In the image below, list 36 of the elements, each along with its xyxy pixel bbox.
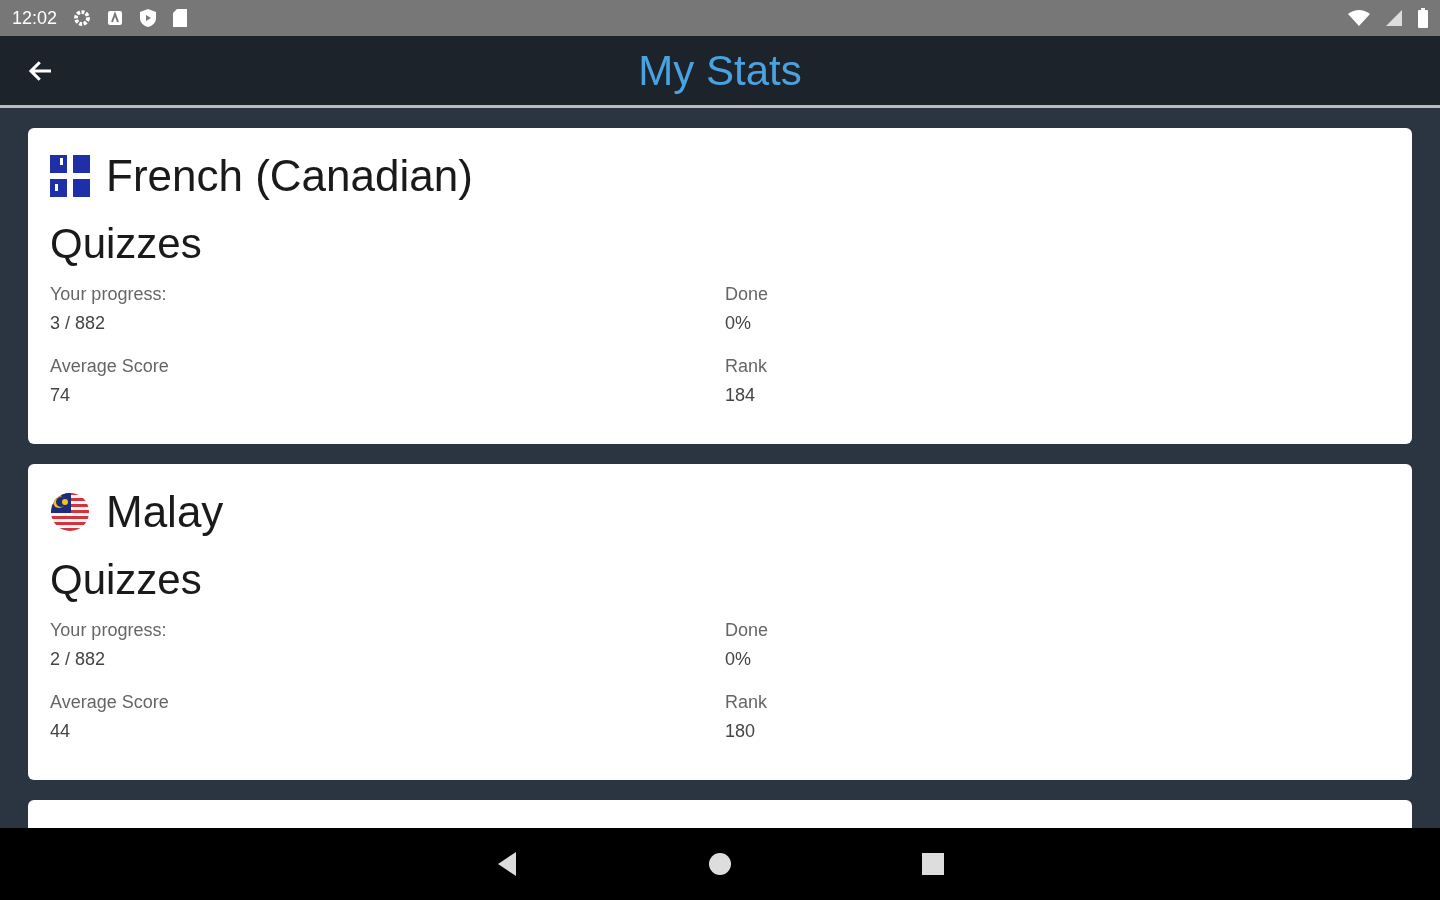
stat-value: 2 / 882 xyxy=(50,648,107,671)
stat-value: 0% xyxy=(725,312,752,335)
flag-icon xyxy=(50,155,90,197)
stat-value: 3 / 882 xyxy=(50,312,107,335)
home-button[interactable] xyxy=(708,852,732,876)
stat-label: Rank xyxy=(725,355,769,378)
section-title: Quizzes xyxy=(50,219,203,269)
section-title: Quizzes xyxy=(50,555,203,605)
stat-value: 184 xyxy=(725,384,757,407)
signal-icon xyxy=(1386,10,1402,26)
gear-icon xyxy=(73,9,92,27)
stat-label: Rank xyxy=(725,691,769,714)
stat-value: 74 xyxy=(50,384,72,407)
triangle-icon xyxy=(496,851,518,877)
stat-label: Average Score xyxy=(50,691,170,714)
stat-value: 44 xyxy=(50,720,72,743)
battery-icon xyxy=(1418,8,1428,28)
shield-icon xyxy=(139,8,158,28)
stat-label: Your progress: xyxy=(50,283,168,306)
flag-icon xyxy=(50,492,90,532)
stat-label: Average Score xyxy=(50,355,170,378)
stat-label: Your progress: xyxy=(50,619,168,642)
back-nav-button[interactable] xyxy=(496,851,518,877)
sd-card-icon xyxy=(173,9,188,27)
wifi-icon xyxy=(1348,10,1370,26)
stat-label: Done xyxy=(725,283,769,306)
circle-icon xyxy=(708,852,732,876)
language-name: Malay xyxy=(106,486,224,538)
stat-value: 0% xyxy=(725,648,752,671)
stat-label: Done xyxy=(725,619,769,642)
screen-title: My Stats xyxy=(638,46,802,96)
notification-icon xyxy=(107,10,124,26)
status-time: 12:02 xyxy=(12,6,58,30)
stat-value: 180 xyxy=(725,720,757,743)
square-icon xyxy=(922,853,944,875)
language-name: French (Canadian) xyxy=(106,150,473,202)
